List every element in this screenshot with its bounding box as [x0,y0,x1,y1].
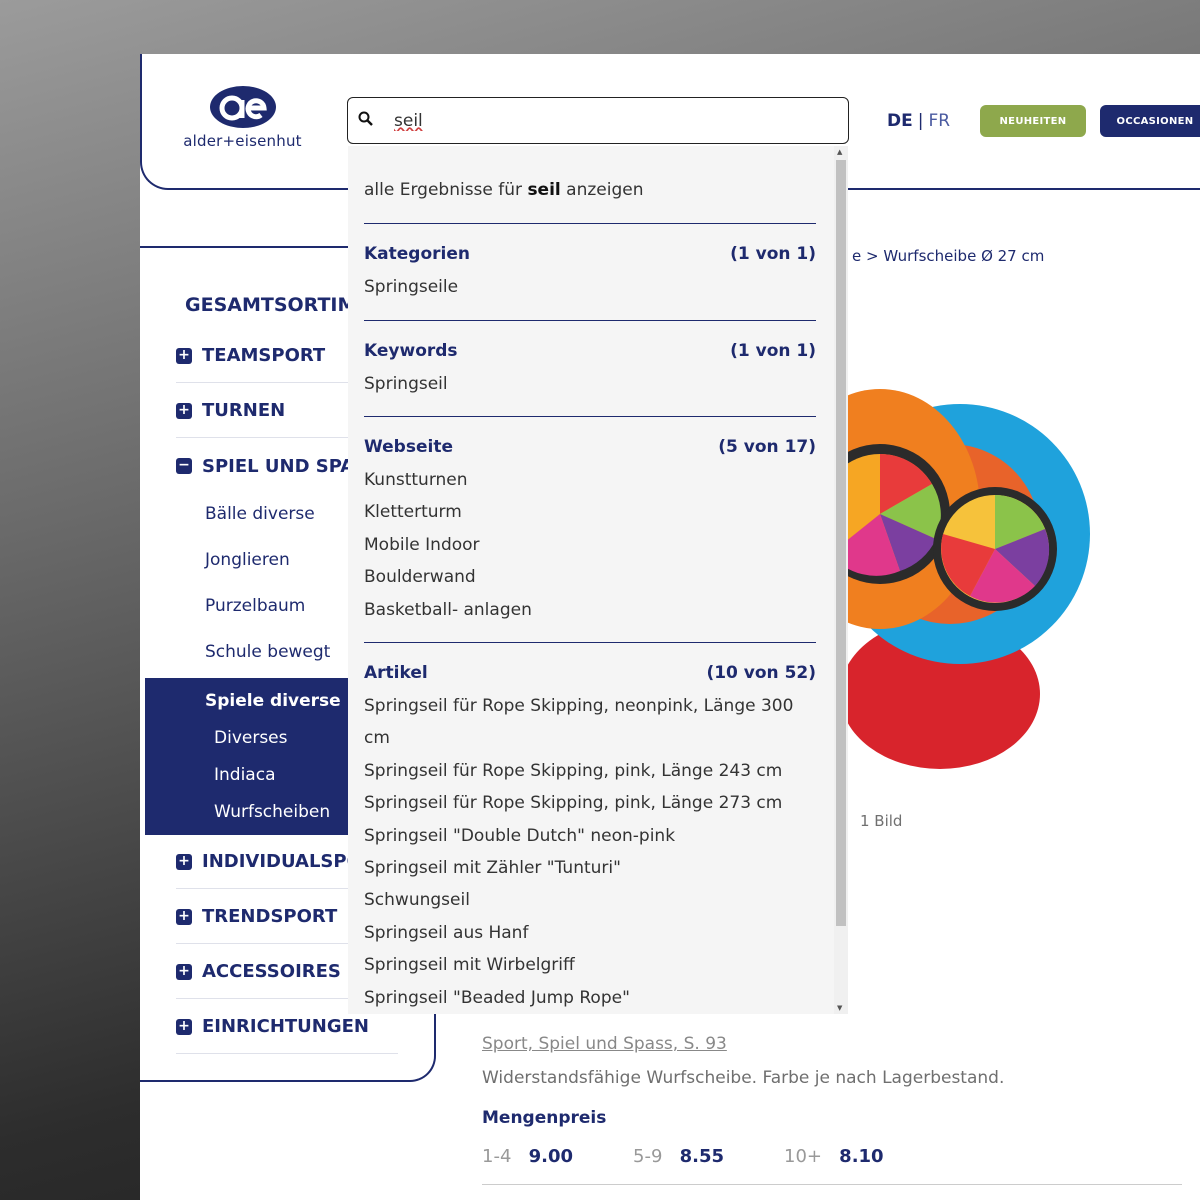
section-title: Webseite [364,437,453,457]
section-header-keywords: Keywords (1 von 1) [364,341,816,361]
suggestion-item[interactable]: Springseil aus Hanf [364,923,528,943]
dropdown-scrollbar[interactable]: ▲ ▼ [834,146,848,1014]
price-value: 8.10 [839,1146,884,1167]
sidebar-active-group: Spiele diverse Diverses Indiaca Wurfsche… [145,678,355,835]
catalog-link[interactable]: Sport, Spiel und Spass, S. 93 [482,1034,727,1054]
sidebar-subitem[interactable]: Schule bewegt [205,642,330,662]
suggestion-item[interactable]: Boulderwand [364,567,476,587]
suggestion-item[interactable]: Schwungseil [364,890,470,910]
section-count: (10 von 52) [706,663,816,683]
scroll-down-icon[interactable]: ▼ [837,1004,842,1012]
plus-icon: + [176,347,192,364]
plus-icon: + [176,908,192,925]
scrollbar-thumb[interactable] [836,160,846,926]
occasionen-button[interactable]: OCCASIONEN [1100,105,1200,137]
section-count: (1 von 1) [730,341,816,361]
section-title: Keywords [364,341,458,361]
price-table: 1-4 9.00 5-9 8.55 10+ 8.10 [482,1146,884,1167]
show-all-results-link[interactable]: alle Ergebnisse für seil anzeigen [364,180,643,200]
product-description: Widerstandsfähige Wurfscheibe. Farbe je … [482,1068,1005,1088]
sidebar-item-spiele-diverse[interactable]: Spiele diverse [205,691,341,711]
suggestion-item[interactable]: Springseil für Rope Skipping, neonpink, … [364,696,793,716]
sidebar-item-label: EINRICHTUNGEN [202,1016,369,1037]
divider [364,223,816,224]
product-image[interactable] [840,364,1100,784]
logo[interactable]: alder+eisenhut [170,84,315,154]
plus-icon: + [176,963,192,980]
price-qty: 1-4 [482,1146,512,1167]
language-switch: DE | FR [887,111,950,131]
suggestion-item[interactable]: Kletterturm [364,502,462,522]
section-header-kategorien: Kategorien (1 von 1) [364,244,816,264]
suggestion-item[interactable]: Basketball- anlagen [364,600,532,620]
show-all-prefix: alle Ergebnisse für [364,180,528,200]
breadcrumb[interactable]: e > Wurfscheibe Ø 27 cm [852,247,1044,265]
sidebar-item-label: ACCESSOIRES [202,961,341,982]
suggestion-item[interactable]: Springseil "Double Dutch" neon-pink [364,826,675,846]
plus-icon: + [176,1018,192,1035]
sidebar-subitem-indiaca[interactable]: Indiaca [214,765,275,785]
lang-fr[interactable]: FR [928,111,950,131]
plus-icon: + [176,853,192,870]
price-title: Mengenpreis [482,1108,607,1128]
suggestion-item[interactable]: Springseil [364,374,448,394]
neuheiten-button[interactable]: NEUHEITEN [980,105,1086,137]
logo-mark-icon [210,86,276,128]
sidebar-subitem[interactable]: Jonglieren [205,550,290,570]
suggestion-item[interactable]: Kunstturnen [364,470,468,490]
search-box [347,97,849,144]
sidebar-item-label: TURNEN [202,400,286,421]
section-header-artikel: Artikel (10 von 52) [364,663,816,683]
suggestion-item[interactable]: Springseil mit Wirbelgriff [364,955,575,975]
divider [364,320,816,321]
suggestion-item[interactable]: Springseile [364,277,458,297]
suggestion-item[interactable]: Springseil mit Zähler "Tunturi" [364,858,621,878]
show-all-term: seil [527,180,561,200]
price-value: 9.00 [528,1146,573,1167]
lang-separator: | [917,111,924,131]
show-all-suffix: anzeigen [560,180,644,200]
sidebar-subitem-diverses[interactable]: Diverses [214,728,288,748]
search-suggestions: alle Ergebnisse für seil anzeigen Katego… [348,146,848,1014]
plus-icon: + [176,402,192,419]
price-qty: 10+ [784,1146,822,1167]
sidebar-item-label: TRENDSPORT [202,906,338,927]
section-title: Kategorien [364,244,470,264]
divider [364,416,816,417]
section-title: Artikel [364,663,428,683]
lang-de[interactable]: DE [887,111,913,131]
image-count: 1 Bild [860,812,903,830]
page: alder+eisenhut DE | FR NEUHEITEN OCCASIONE… [140,54,1200,1200]
search-icon[interactable] [358,111,374,127]
section-count: (5 von 17) [718,437,816,457]
suggestion-item[interactable]: Springseil für Rope Skipping, pink, Läng… [364,761,782,781]
section-header-webseite: Webseite (5 von 17) [364,437,816,457]
minus-icon: − [176,458,192,474]
sidebar-item-label: TEAMSPORT [202,345,326,366]
price-value: 8.55 [679,1146,724,1167]
logo-text: alder+eisenhut [183,132,302,150]
sidebar-subitem[interactable]: Purzelbaum [205,596,305,616]
sidebar-subitem[interactable]: Bälle diverse [205,504,315,524]
suggestion-item[interactable]: cm [364,728,390,748]
price-qty: 5-9 [633,1146,663,1167]
suggestion-item[interactable]: Springseil für Rope Skipping, pink, Läng… [364,793,782,813]
search-input[interactable] [394,106,824,136]
sidebar-title: GESAMTSORTIMENT [185,294,355,316]
suggestion-item[interactable]: Mobile Indoor [364,535,480,555]
divider [482,1184,1182,1185]
suggestion-item[interactable]: Springseil "Beaded Jump Rope" [364,988,630,1008]
scroll-up-icon[interactable]: ▲ [837,148,842,156]
divider [364,642,816,643]
sidebar-subitem-wurfscheiben[interactable]: Wurfscheiben [214,802,330,822]
section-count: (1 von 1) [730,244,816,264]
